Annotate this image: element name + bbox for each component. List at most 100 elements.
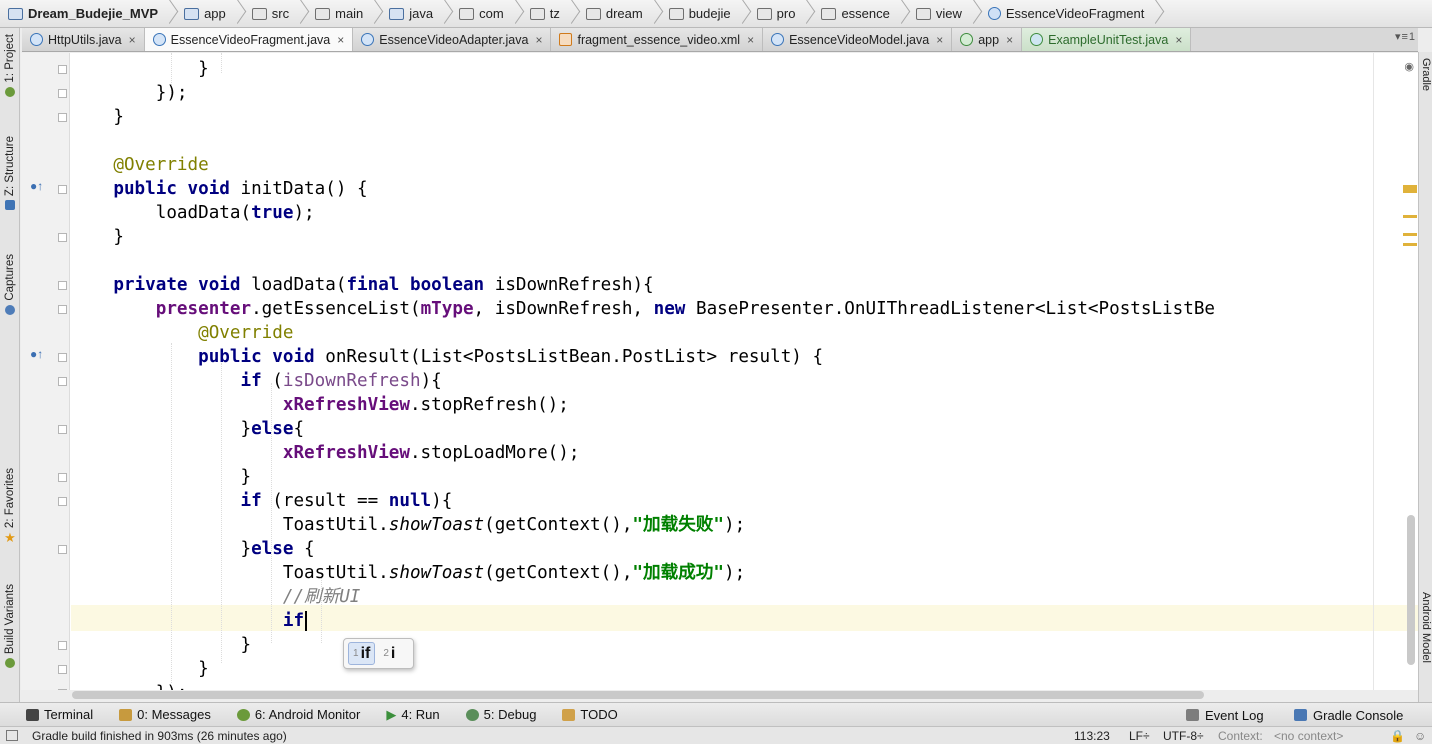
code-line: if (result == null){ [240, 491, 453, 511]
breadcrumb-item-budejie[interactable]: budejie [665, 0, 753, 28]
android-model-tool-button[interactable]: Android Model [1420, 592, 1432, 663]
code-line: @Override [71, 155, 209, 175]
autocomplete-option-i[interactable]: 2i [379, 642, 399, 665]
warning-marker[interactable] [1403, 215, 1417, 218]
override-method-icon[interactable]: ●↑ [30, 179, 43, 193]
tab-exampleunittest[interactable]: ExampleUnitTest.java × [1022, 28, 1192, 51]
fold-marker[interactable] [58, 641, 67, 650]
lock-icon[interactable]: 🔒 [1390, 729, 1405, 743]
implement-method-icon[interactable]: ●↑ [30, 347, 43, 361]
tab-app[interactable]: app × [952, 28, 1023, 51]
fold-marker[interactable] [58, 281, 67, 290]
package-icon [821, 7, 837, 20]
gradle-console-tool-button[interactable]: Gradle Console [1294, 703, 1403, 727]
tab-fragment-essence-video-xml[interactable]: fragment_essence_video.xml × [551, 28, 764, 51]
code-line: ToastUtil.showToast(getContext(),"加载失败")… [71, 515, 746, 535]
breadcrumb-item-dream[interactable]: dream [582, 0, 665, 28]
tab-essencevideoadapter[interactable]: EssenceVideoAdapter.java × [353, 28, 552, 51]
breadcrumb-item-pro[interactable]: pro [753, 0, 818, 28]
encoding-selector[interactable]: UTF-8÷ [1163, 729, 1204, 743]
breadcrumb-item-main[interactable]: main [311, 0, 385, 28]
horizontal-scrollbar[interactable] [72, 691, 1204, 699]
close-icon[interactable]: × [1175, 33, 1182, 47]
tab-httputils[interactable]: HttpUtils.java × [22, 28, 145, 51]
package-icon [459, 7, 475, 20]
android-icon [236, 708, 250, 721]
close-icon[interactable]: × [936, 33, 943, 47]
breadcrumb-item-java[interactable]: java [385, 0, 455, 28]
build-variants-tool-button[interactable]: Build Variants [0, 584, 20, 669]
editor-gutter: ●↑ ●↑ [21, 53, 70, 690]
fold-marker[interactable] [58, 89, 67, 98]
java-class-icon [30, 33, 43, 46]
module-folder-icon [184, 7, 200, 20]
vertical-scrollbar[interactable] [1407, 515, 1415, 665]
fold-marker[interactable] [58, 425, 67, 434]
code-editor[interactable]: ●↑ ●↑ } }); } @Override public void init… [21, 53, 1418, 690]
structure-tool-button[interactable]: Z: Structure [0, 136, 20, 211]
breadcrumb-separator [737, 0, 747, 28]
fold-marker[interactable] [58, 353, 67, 362]
fold-marker[interactable] [58, 689, 67, 690]
tab-essencevideofragment[interactable]: EssenceVideoFragment.java × [144, 28, 354, 51]
tool-windows-toggle-icon[interactable] [6, 730, 18, 741]
event-log-icon [1186, 709, 1199, 721]
star-icon: ★ [4, 530, 16, 546]
line-separator-selector[interactable]: LF÷ [1129, 729, 1150, 743]
run-icon: ▶ [386, 706, 397, 722]
breadcrumb-separator [649, 0, 659, 28]
event-log-tool-button[interactable]: Event Log [1186, 703, 1264, 727]
breadcrumb: Dream_Budejie_MVP app src main java com … [0, 0, 1432, 28]
todo-tool-button[interactable]: TODO [562, 707, 618, 722]
breadcrumb-item-project[interactable]: Dream_Budejie_MVP [4, 0, 180, 28]
context-selector[interactable]: <no context> [1274, 729, 1343, 743]
caret-position[interactable]: 113:23 [1074, 729, 1110, 743]
status-message[interactable]: Gradle build finished in 903ms (26 minut… [32, 729, 287, 743]
messages-tool-button[interactable]: 0: Messages [119, 707, 211, 722]
breadcrumb-item-class[interactable]: EssenceVideoFragment [984, 0, 1167, 28]
autocomplete-option-if[interactable]: 1 if [348, 642, 376, 665]
tab-essencevideomodel[interactable]: EssenceVideoModel.java × [763, 28, 953, 51]
fold-marker[interactable] [58, 665, 67, 674]
close-icon[interactable]: × [337, 33, 344, 47]
close-icon[interactable]: × [535, 33, 542, 47]
breadcrumb-item-view[interactable]: view [912, 0, 984, 28]
project-folder-icon [8, 7, 23, 20]
inspector-icon[interactable]: ☺ [1414, 729, 1426, 743]
terminal-tool-button[interactable]: Terminal [26, 707, 93, 722]
breadcrumb-item-app[interactable]: app [180, 0, 248, 28]
code-line: ToastUtil.showToast(getContext(),"加载成功")… [71, 563, 746, 583]
breadcrumb-item-essence[interactable]: essence [817, 0, 911, 28]
fold-marker[interactable] [58, 185, 67, 194]
project-tool-button[interactable]: 1: Project [0, 34, 20, 97]
code-area[interactable]: } }); } @Override public void initData()… [71, 53, 1418, 690]
breadcrumb-item-src[interactable]: src [248, 0, 311, 28]
run-tool-button[interactable]: ▶ 4: Run [386, 707, 439, 723]
fold-marker[interactable] [58, 545, 67, 554]
fold-marker[interactable] [58, 497, 67, 506]
captures-tool-button[interactable]: Captures [0, 254, 20, 315]
breadcrumb-item-com[interactable]: com [455, 0, 526, 28]
fold-marker[interactable] [58, 305, 67, 314]
code-line-current[interactable]: if [71, 609, 308, 633]
favorites-tool-button[interactable]: 2: Favorites ★ [0, 468, 20, 546]
fold-marker[interactable] [58, 113, 67, 122]
debug-tool-button[interactable]: 5: Debug [465, 707, 536, 722]
code-line: }else{ [71, 419, 305, 439]
fold-marker[interactable] [58, 377, 67, 386]
gradle-tool-button[interactable]: Gradle [1420, 58, 1432, 91]
fold-marker[interactable] [58, 233, 67, 242]
eye-icon[interactable]: ◉ [1404, 60, 1414, 73]
close-icon[interactable]: × [129, 33, 136, 47]
warning-marker[interactable] [1403, 185, 1417, 193]
breadcrumb-item-tz[interactable]: tz [526, 0, 582, 28]
android-monitor-tool-button[interactable]: 6: Android Monitor [236, 707, 360, 722]
gradle-console-icon [1294, 709, 1307, 721]
warning-marker[interactable] [1403, 243, 1417, 246]
fold-marker[interactable] [58, 65, 67, 74]
close-icon[interactable]: × [1006, 33, 1013, 47]
fold-marker[interactable] [58, 473, 67, 482]
close-icon[interactable]: × [747, 33, 754, 47]
warning-marker[interactable] [1403, 233, 1417, 236]
tabs-overflow-menu[interactable]: ▾≡1 [1395, 30, 1416, 43]
